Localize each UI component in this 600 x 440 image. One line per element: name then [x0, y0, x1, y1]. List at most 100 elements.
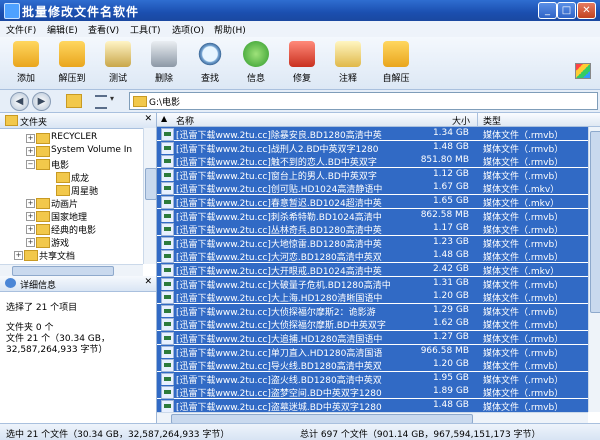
close-pane-icon[interactable]: ✕ — [144, 114, 152, 124]
repair-button[interactable]: 修复 — [280, 41, 324, 87]
table-row[interactable]: [迅雷下载www.2tu.cc]刺杀希特勒.BD1024高清中 862.58 MB… — [157, 208, 588, 223]
maximize-button[interactable]: □ — [557, 2, 576, 19]
expand-icon[interactable]: + — [26, 147, 35, 156]
table-row[interactable]: [迅雷下载www.2tu.cc]大侦探福尔摩斯2：诡影游 1.29 GB 媒体文件（… — [157, 303, 588, 318]
table-row[interactable]: [迅雷下载www.2tu.cc]大侦探福尔摩斯.BD中英双字 1.62 GB 媒体文… — [157, 317, 588, 332]
expand-icon[interactable]: + — [26, 225, 35, 234]
close-pane-icon[interactable]: ✕ — [144, 277, 152, 287]
view-mode-dropdown-icon[interactable]: ▾ — [110, 94, 114, 103]
address-bar: ◀ ▶ ▾ G:\电影 — [0, 90, 600, 113]
column-divider — [477, 113, 478, 126]
menu-view[interactable]: 查看(V) — [88, 23, 119, 36]
table-row[interactable]: [迅雷下载www.2tu.cc]大地惊雷.BD1280高清中英 1.23 GB 媒体… — [157, 235, 588, 250]
table-row[interactable]: [迅雷下载www.2tu.cc]丛林奇兵.BD1280高清中英 1.17 GB 媒体… — [157, 222, 588, 237]
scroll-thumb[interactable] — [145, 168, 157, 200]
table-row[interactable]: [迅雷下载www.2tu.cc]窗台上的男人.BD中英双字 1.12 GB 媒体文件… — [157, 167, 588, 182]
expand-icon[interactable]: + — [26, 238, 35, 247]
file-size: 862.58 MB — [420, 209, 469, 220]
menu-help[interactable]: 帮助(H) — [214, 23, 246, 36]
up-folder-icon[interactable] — [66, 94, 82, 108]
app-icon — [4, 3, 20, 19]
expand-icon[interactable]: + — [26, 212, 35, 221]
file-type: 媒体文件（.rmvb） — [483, 335, 564, 345]
tree-node-label: 游戏 — [51, 239, 70, 249]
info-label: 信息 — [246, 74, 265, 84]
list-vertical-scrollbar[interactable] — [588, 127, 600, 412]
expand-icon[interactable]: + — [26, 199, 35, 208]
file-size: 1.65 GB — [432, 196, 469, 206]
find-label: 查找 — [200, 74, 219, 84]
file-name: [迅雷下载www.2tu.cc]导火线.BD1280高清中英双 — [176, 362, 382, 373]
collapse-icon[interactable]: − — [26, 160, 35, 169]
file-name: [迅雷下载www.2tu.cc]单刀直入.HD1280高清国语 — [176, 348, 383, 359]
close-button[interactable]: ✕ — [577, 2, 596, 19]
table-row[interactable]: [迅雷下载www.2tu.cc]创可贴.HD1024高清静语中 1.67 GB 媒体… — [157, 181, 588, 196]
address-field[interactable]: G:\电影 — [129, 92, 598, 110]
menu-edit[interactable]: 编辑(E) — [47, 23, 78, 36]
table-row[interactable]: [迅雷下载www.2tu.cc]触不到的恋人.BD中英双字 851.80 MB 媒体… — [157, 154, 588, 169]
table-row[interactable]: [迅雷下载www.2tu.cc]大追捕.HD1280高清国语中 1.27 GB 媒体… — [157, 331, 588, 345]
column-size[interactable]: 大小 — [452, 114, 470, 127]
test-clipboard-icon — [105, 41, 131, 67]
add-button[interactable]: 添加 — [4, 41, 48, 87]
file-type: 媒体文件（.rmvb） — [483, 389, 564, 400]
table-row[interactable]: [迅雷下载www.2tu.cc]盗火线.BD1280高清中英双 1.95 GB 媒体… — [157, 371, 588, 386]
file-size: 1.12 GB — [432, 168, 469, 179]
tree-horizontal-scrollbar[interactable] — [0, 264, 143, 276]
file-name: [迅雷下载www.2tu.cc]盗墓迷城.BD中英双字1280 — [176, 403, 382, 412]
file-name: [迅雷下载www.2tu.cc]大侦探福尔摩斯2：诡影游 — [176, 307, 376, 318]
media-file-icon — [161, 196, 174, 209]
media-file-icon — [161, 359, 174, 373]
folder-tree: + RECYCLER + System Volume In − 电影 成龙 周星驰 +… — [0, 128, 141, 264]
folder-icon — [36, 224, 50, 235]
file-type: 媒体文件（.mkv） — [483, 267, 560, 277]
file-name: [迅雷下载www.2tu.cc]窗台上的男人.BD中英双字 — [176, 171, 377, 182]
column-name[interactable]: 名称 — [176, 114, 194, 127]
table-row[interactable]: [迅雷下载www.2tu.cc]大开眼戒.BD1024高清中英 2.42 GB 媒体… — [157, 263, 588, 277]
find-button[interactable]: 查找 — [188, 41, 232, 87]
file-type: 媒体文件（.rmvb） — [483, 307, 564, 318]
menu-options[interactable]: 选项(O) — [172, 23, 204, 36]
folder-icon — [36, 133, 50, 144]
table-row[interactable]: [迅雷下载www.2tu.cc]大上海.HD1280清晰国语中 1.20 GB 媒体… — [157, 290, 588, 305]
file-list: [迅雷下载www.2tu.cc]除暴安良.BD1280高清中英 1.34 GB 媒体… — [157, 127, 588, 412]
file-list-header: ▲ 名称 大小 类型 — [157, 113, 600, 127]
file-name: [迅雷下载www.2tu.cc]大侦探福尔摩斯.BD中英双字 — [176, 321, 386, 332]
table-row[interactable]: [迅雷下载www.2tu.cc]盗墓迷城.BD中英双字1280 1.48 GB 媒体… — [157, 399, 588, 412]
self-extract-button[interactable]: 自解压 — [374, 41, 418, 87]
back-button[interactable]: ◀ — [10, 92, 29, 111]
test-label: 测试 — [108, 74, 127, 84]
table-row[interactable]: [迅雷下载www.2tu.cc]战刑人2.BD中英双字1280 1.48 GB 媒体… — [157, 140, 588, 155]
info-button[interactable]: 信息 — [234, 41, 278, 87]
table-row[interactable]: [迅雷下载www.2tu.cc]大破量子危机.BD1280高清中 1.31 GB 媒… — [157, 276, 588, 291]
file-bytes: 32,587,264,933 字节） — [6, 345, 108, 355]
menu-file[interactable]: 文件(F) — [6, 23, 36, 36]
comment-button[interactable]: 注释 — [326, 41, 370, 87]
table-row[interactable]: [迅雷下载www.2tu.cc]导火线.BD1280高清中英双 1.20 GB 媒体… — [157, 358, 588, 373]
file-type: 媒体文件（.rmvb） — [483, 239, 564, 250]
file-size: 1.27 GB — [432, 332, 469, 342]
delete-button[interactable]: 删除 — [142, 41, 186, 87]
table-row[interactable]: [迅雷下载www.2tu.cc]单刀直入.HD1280高清国语 966.58 MB… — [157, 344, 588, 359]
file-type: 媒体文件（.rmvb） — [483, 348, 564, 359]
scroll-thumb[interactable] — [590, 131, 600, 313]
forward-button[interactable]: ▶ — [32, 92, 51, 111]
extract-to-button[interactable]: 解压到 — [50, 41, 94, 87]
file-type: 媒体文件（.rmvb） — [483, 280, 564, 291]
table-row[interactable]: [迅雷下载www.2tu.cc]除暴安良.BD1280高清中英 1.34 GB 媒体… — [157, 127, 588, 141]
view-mode-icon[interactable] — [95, 95, 107, 109]
column-type[interactable]: 类型 — [483, 114, 501, 127]
menu-tools[interactable]: 工具(T) — [130, 23, 161, 36]
minimize-button[interactable]: _ — [538, 2, 557, 19]
sort-up-icon: ▲ — [161, 114, 168, 123]
table-row[interactable]: [迅雷下载www.2tu.cc]春意暂迟.BD1024超清中英 1.65 GB 媒体… — [157, 195, 588, 209]
file-name: [迅雷下载www.2tu.cc]春意暂迟.BD1024超清中英 — [176, 199, 382, 209]
scroll-thumb[interactable] — [12, 266, 114, 276]
tree-vertical-scrollbar[interactable] — [143, 128, 157, 264]
expand-icon[interactable]: + — [14, 251, 23, 260]
skin-palette-icon[interactable] — [575, 63, 591, 79]
table-row[interactable]: [迅雷下载www.2tu.cc]盗梦空间.BD中英双字1280 1.89 GB 媒体… — [157, 385, 588, 400]
test-button[interactable]: 测试 — [96, 41, 140, 87]
expand-icon[interactable]: + — [26, 134, 35, 143]
table-row[interactable]: [迅雷下载www.2tu.cc]大河恋.BD1280高清中英双 1.48 GB 媒体… — [157, 249, 588, 264]
